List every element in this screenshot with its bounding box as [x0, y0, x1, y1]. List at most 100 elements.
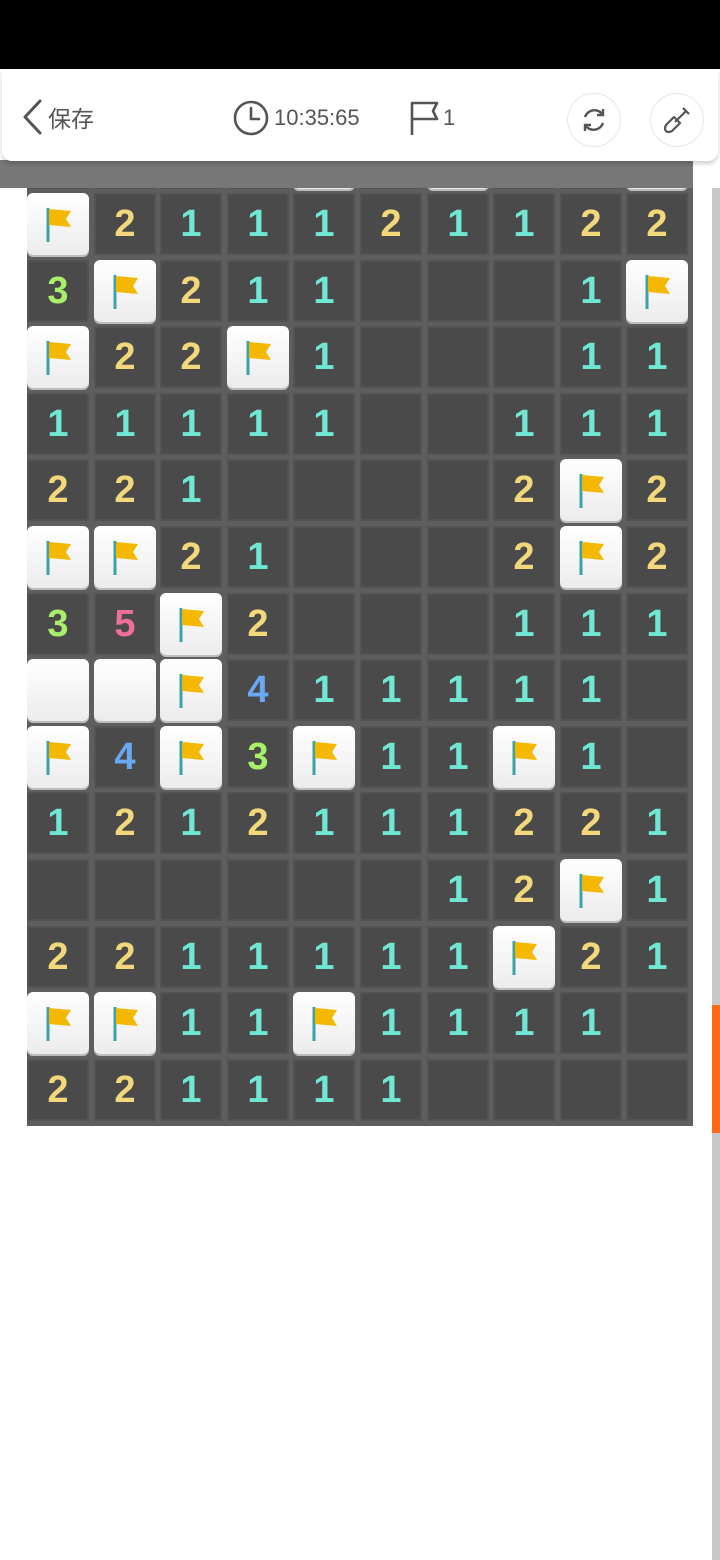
- flagged-cell[interactable]: [27, 326, 89, 388]
- number-cell[interactable]: 2: [94, 792, 156, 854]
- empty-cell[interactable]: [227, 459, 289, 521]
- number-cell[interactable]: 1: [160, 926, 222, 988]
- number-cell[interactable]: 1: [293, 326, 355, 388]
- flagged-cell[interactable]: [94, 992, 156, 1054]
- flagged-cell[interactable]: [493, 926, 555, 988]
- number-cell[interactable]: 1: [360, 726, 422, 788]
- number-cell[interactable]: 1: [626, 326, 688, 388]
- number-cell[interactable]: 1: [27, 792, 89, 854]
- number-cell[interactable]: 1: [160, 393, 222, 455]
- empty-cell[interactable]: [27, 859, 89, 921]
- number-cell[interactable]: 1: [626, 792, 688, 854]
- number-cell[interactable]: 2: [493, 859, 555, 921]
- empty-cell[interactable]: [626, 659, 688, 721]
- number-cell[interactable]: 3: [227, 726, 289, 788]
- scrollbar-thumb[interactable]: [712, 1005, 720, 1133]
- number-cell[interactable]: 1: [626, 926, 688, 988]
- empty-cell[interactable]: [360, 526, 422, 588]
- empty-cell[interactable]: [360, 326, 422, 388]
- number-cell[interactable]: 1: [293, 393, 355, 455]
- number-cell[interactable]: 1: [493, 393, 555, 455]
- number-cell[interactable]: 2: [160, 326, 222, 388]
- number-cell[interactable]: 1: [293, 792, 355, 854]
- number-cell[interactable]: 1: [27, 393, 89, 455]
- empty-cell[interactable]: [626, 726, 688, 788]
- dig-tool-button[interactable]: [650, 93, 704, 147]
- flagged-cell[interactable]: [27, 726, 89, 788]
- empty-cell[interactable]: [360, 260, 422, 322]
- empty-cell[interactable]: [427, 393, 489, 455]
- number-cell[interactable]: 2: [94, 1059, 156, 1121]
- empty-cell[interactable]: [493, 1059, 555, 1121]
- number-cell[interactable]: 3: [27, 260, 89, 322]
- flagged-cell[interactable]: [626, 260, 688, 322]
- empty-cell[interactable]: [360, 393, 422, 455]
- empty-cell[interactable]: [293, 593, 355, 655]
- number-cell[interactable]: 1: [560, 992, 622, 1054]
- covered-cell[interactable]: [94, 659, 156, 721]
- number-cell[interactable]: 2: [27, 459, 89, 521]
- number-cell[interactable]: 1: [427, 726, 489, 788]
- number-cell[interactable]: 2: [94, 459, 156, 521]
- number-cell[interactable]: 1: [94, 393, 156, 455]
- empty-cell[interactable]: [293, 859, 355, 921]
- flagged-cell[interactable]: [94, 526, 156, 588]
- number-cell[interactable]: 1: [560, 593, 622, 655]
- number-cell[interactable]: 1: [227, 1059, 289, 1121]
- flagged-cell[interactable]: [160, 659, 222, 721]
- number-cell[interactable]: 1: [427, 659, 489, 721]
- number-cell[interactable]: 1: [626, 859, 688, 921]
- number-cell[interactable]: 1: [560, 260, 622, 322]
- number-cell[interactable]: 2: [94, 326, 156, 388]
- number-cell[interactable]: 1: [560, 393, 622, 455]
- empty-cell[interactable]: [493, 260, 555, 322]
- number-cell[interactable]: 2: [493, 459, 555, 521]
- number-cell[interactable]: 1: [293, 260, 355, 322]
- number-cell[interactable]: 2: [27, 926, 89, 988]
- flagged-cell[interactable]: [27, 526, 89, 588]
- flagged-cell[interactable]: [493, 726, 555, 788]
- covered-cell[interactable]: [27, 659, 89, 721]
- number-cell[interactable]: 1: [227, 393, 289, 455]
- empty-cell[interactable]: [626, 992, 688, 1054]
- scrollbar-track[interactable]: [712, 188, 720, 1560]
- number-cell[interactable]: 1: [560, 659, 622, 721]
- number-cell[interactable]: 2: [227, 593, 289, 655]
- number-cell[interactable]: 3: [27, 593, 89, 655]
- flagged-cell[interactable]: [27, 193, 89, 255]
- number-cell[interactable]: 1: [360, 792, 422, 854]
- empty-cell[interactable]: [560, 1059, 622, 1121]
- flagged-cell[interactable]: [560, 459, 622, 521]
- number-cell[interactable]: 1: [560, 326, 622, 388]
- number-cell[interactable]: 2: [560, 926, 622, 988]
- number-cell[interactable]: 2: [560, 792, 622, 854]
- empty-cell[interactable]: [427, 1059, 489, 1121]
- number-cell[interactable]: 2: [94, 193, 156, 255]
- number-cell[interactable]: 2: [560, 193, 622, 255]
- number-cell[interactable]: 1: [293, 659, 355, 721]
- flagged-cell[interactable]: [160, 726, 222, 788]
- number-cell[interactable]: 1: [626, 593, 688, 655]
- number-cell[interactable]: 1: [227, 526, 289, 588]
- number-cell[interactable]: 1: [360, 992, 422, 1054]
- number-cell[interactable]: 4: [227, 659, 289, 721]
- number-cell[interactable]: 2: [94, 926, 156, 988]
- number-cell[interactable]: 1: [293, 926, 355, 988]
- number-cell[interactable]: 1: [227, 193, 289, 255]
- empty-cell[interactable]: [427, 326, 489, 388]
- number-cell[interactable]: 1: [227, 260, 289, 322]
- number-cell[interactable]: 1: [160, 459, 222, 521]
- back-save-button[interactable]: 保存: [20, 97, 94, 137]
- number-cell[interactable]: 1: [427, 193, 489, 255]
- empty-cell[interactable]: [293, 526, 355, 588]
- empty-cell[interactable]: [427, 526, 489, 588]
- number-cell[interactable]: 2: [227, 792, 289, 854]
- number-cell[interactable]: 1: [360, 926, 422, 988]
- number-cell[interactable]: 1: [160, 792, 222, 854]
- empty-cell[interactable]: [293, 459, 355, 521]
- number-cell[interactable]: 2: [626, 459, 688, 521]
- flagged-cell[interactable]: [293, 726, 355, 788]
- number-cell[interactable]: 1: [560, 726, 622, 788]
- number-cell[interactable]: 1: [427, 926, 489, 988]
- flagged-cell[interactable]: [293, 992, 355, 1054]
